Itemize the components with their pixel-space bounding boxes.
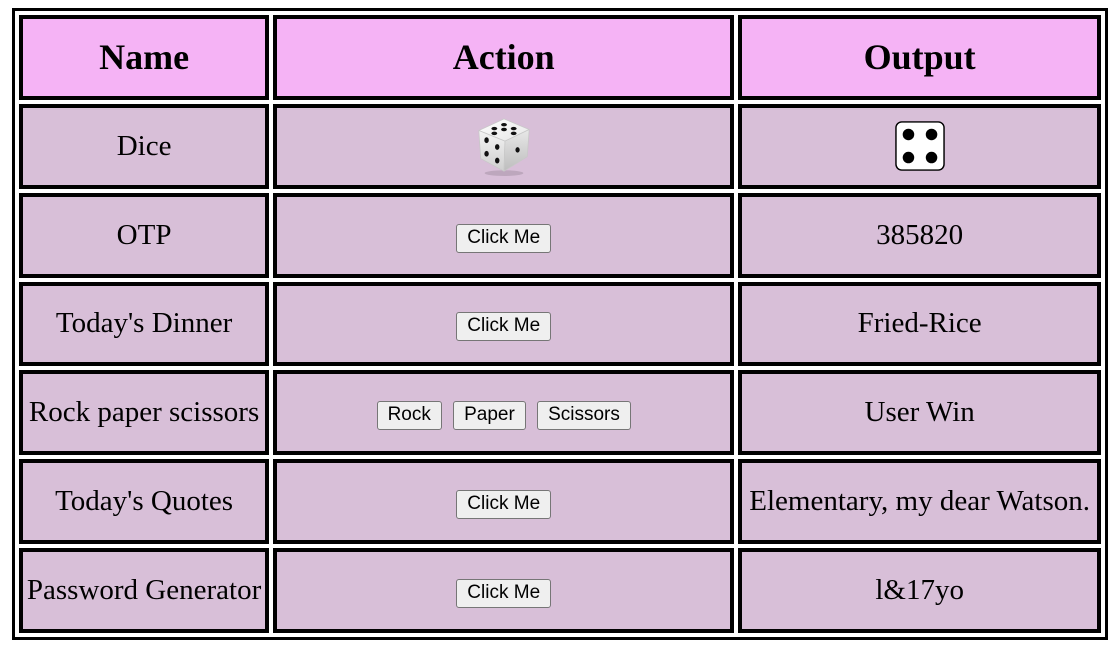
rps-name: Rock paper scissors (19, 370, 270, 456)
quotes-click-me-button[interactable]: Click Me (456, 490, 552, 520)
otp-click-me-button[interactable]: Click Me (456, 223, 552, 253)
quotes-name: Today's Quotes (19, 459, 270, 545)
header-name: Name (19, 15, 270, 100)
tools-table-container: Name Action Output Dice OTP Click Me 385… (12, 8, 1108, 640)
table-row-rps: Rock paper scissors Rock Paper Scissors … (19, 370, 1101, 456)
dinner-name: Today's Dinner (19, 281, 270, 367)
table-row-dice: Dice (19, 103, 1101, 189)
header-action: Action (273, 15, 735, 100)
dinner-action-cell: Click Me (273, 281, 735, 367)
dinner-output: Fried-Rice (738, 281, 1101, 367)
dice-action-cell (273, 103, 735, 189)
rps-action-cell: Rock Paper Scissors (273, 370, 735, 456)
otp-action-cell: Click Me (273, 192, 735, 278)
password-output: l&17yo (738, 548, 1101, 633)
paper-button[interactable]: Paper (453, 401, 526, 431)
header-output: Output (738, 15, 1101, 100)
3d-dice-icon[interactable] (473, 115, 535, 177)
rps-output: User Win (738, 370, 1101, 456)
table-row-password: Password Generator Click Me l&17yo (19, 548, 1101, 633)
dice-name: Dice (19, 103, 270, 189)
table-row-dinner: Today's Dinner Click Me Fried-Rice (19, 281, 1101, 367)
header-row: Name Action Output (19, 15, 1101, 100)
quotes-action-cell: Click Me (273, 459, 735, 545)
quotes-output: Elementary, my dear Watson. (738, 459, 1101, 545)
die-face-four-icon (894, 121, 945, 172)
password-action-cell: Click Me (273, 548, 735, 633)
otp-output: 385820 (738, 192, 1101, 278)
table-row-quotes: Today's Quotes Click Me Elementary, my d… (19, 459, 1101, 545)
password-name: Password Generator (19, 548, 270, 633)
otp-name: OTP (19, 192, 270, 278)
dinner-click-me-button[interactable]: Click Me (456, 312, 552, 342)
rock-button[interactable]: Rock (376, 401, 442, 431)
scissors-button[interactable]: Scissors (537, 401, 631, 431)
password-click-me-button[interactable]: Click Me (456, 579, 552, 609)
tools-table: Name Action Output Dice OTP Click Me 385… (15, 11, 1105, 637)
dice-output-cell (738, 103, 1101, 189)
table-row-otp: OTP Click Me 385820 (19, 192, 1101, 278)
